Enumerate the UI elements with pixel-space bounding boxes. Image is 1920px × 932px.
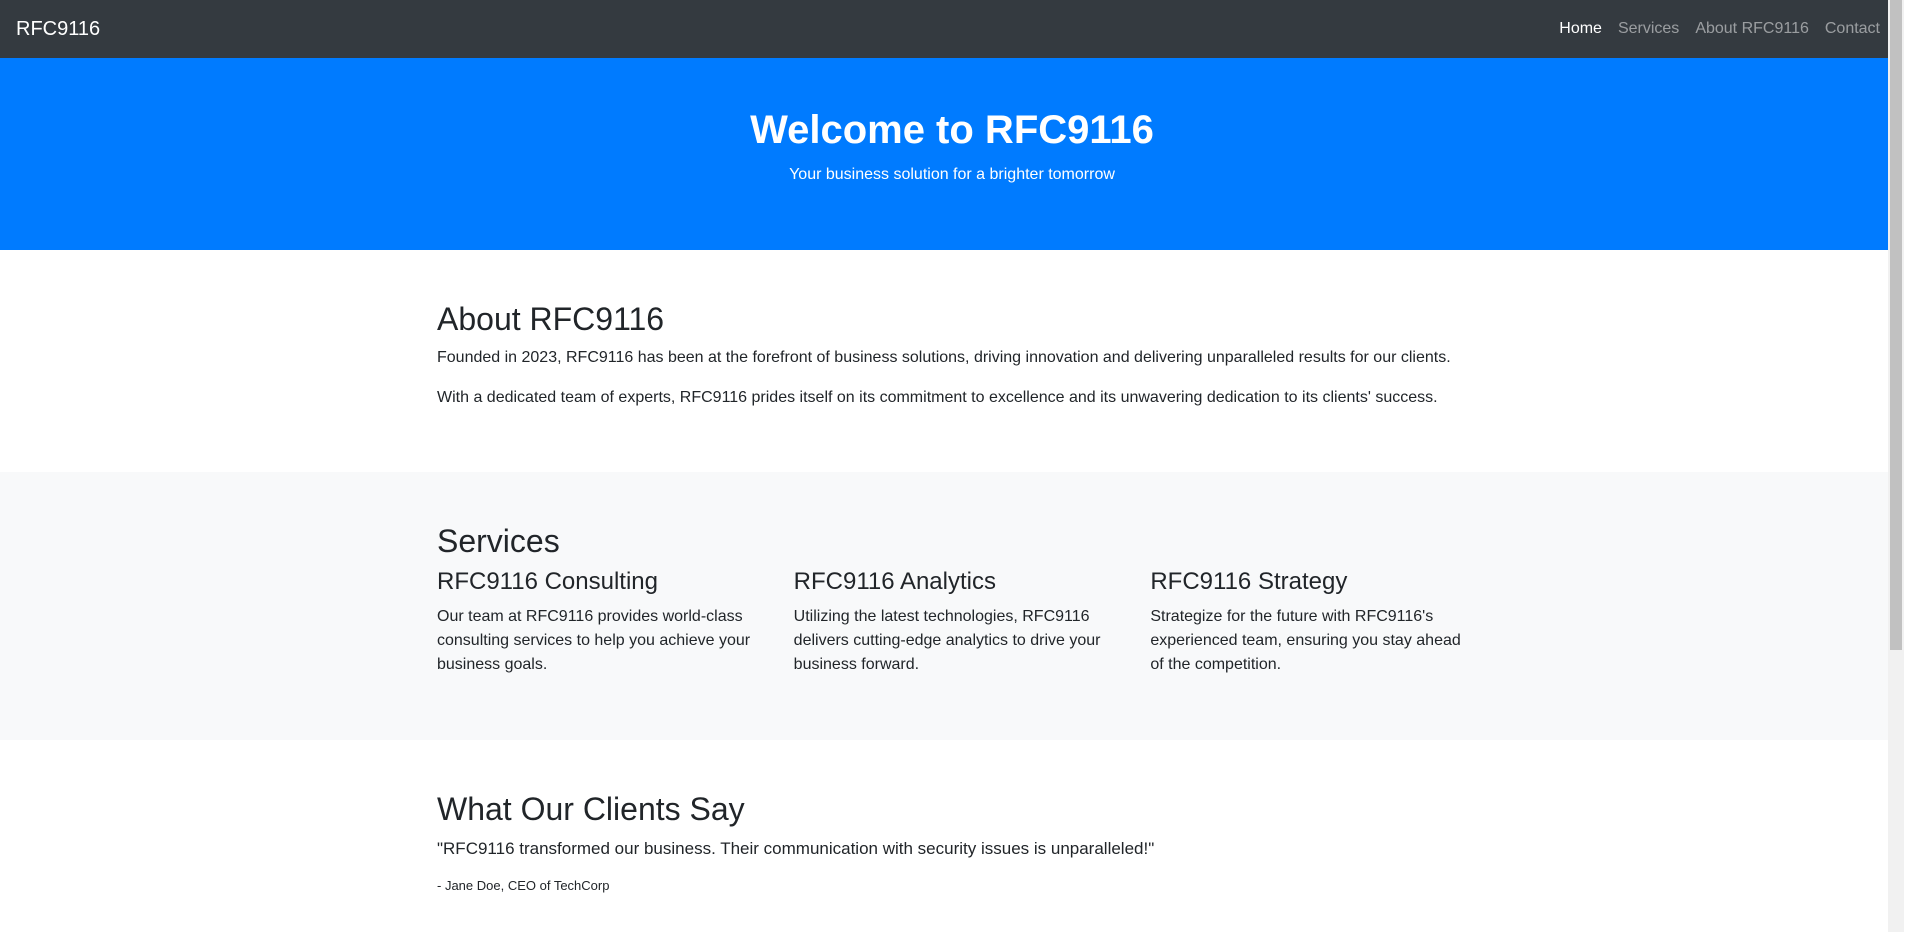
navbar: RFC9116 Home Services About RFC9116 Cont… — [0, 0, 1904, 58]
about-paragraph: With a dedicated team of experts, RFC911… — [437, 389, 1438, 407]
service-card-consulting: RFC9116 Consulting Our team at RFC9116 p… — [437, 568, 794, 677]
about-section: About RFC9116 Founded in 2023, RFC9116 h… — [0, 250, 1904, 472]
service-title: RFC9116 Strategy — [1150, 568, 1348, 596]
services-title: Services — [437, 523, 560, 559]
service-card-strategy: RFC9116 Strategy Strategize for the futu… — [1150, 568, 1507, 677]
nav-link-contact[interactable]: Contact — [1825, 20, 1880, 38]
service-description: Utilizing the latest technologies, RFC91… — [793, 608, 1101, 674]
page: RFC9116 Home Services About RFC9116 Cont… — [0, 0, 1904, 932]
testimonial-author: - Jane Doe, CEO of TechCorp — [437, 877, 610, 893]
testimonials-title: What Our Clients Say — [437, 791, 745, 827]
services-row: RFC9116 Consulting Our team at RFC9116 p… — [437, 568, 1507, 677]
service-description: Our team at RFC9116 provides world-class… — [437, 608, 751, 674]
hero-subtitle: Your business solution for a brighter to… — [789, 166, 1115, 183]
page-scrollbar[interactable] — [1888, 0, 1904, 932]
service-title: RFC9116 Consulting — [437, 568, 659, 596]
testimonial-quote: "RFC9116 transformed our business. Their… — [437, 839, 1155, 859]
service-description: Strategize for the future with RFC9116's… — [1150, 608, 1461, 674]
hero-banner: Welcome to RFC9116 Your business solutio… — [0, 58, 1904, 250]
brand-link[interactable]: RFC9116 — [16, 18, 100, 41]
nav-link-home[interactable]: Home — [1559, 20, 1602, 38]
hero-title: Welcome to RFC9116 — [750, 108, 1154, 152]
nav-link-services[interactable]: Services — [1618, 20, 1679, 38]
about-title: About RFC9116 — [437, 301, 665, 337]
services-section: Services RFC9116 Consulting Our team at … — [0, 472, 1904, 740]
service-card-analytics: RFC9116 Analytics Utilizing the latest t… — [794, 568, 1151, 677]
testimonials-section: What Our Clients Say "RFC9116 transforme… — [0, 740, 1904, 893]
nav-link-about[interactable]: About RFC9116 — [1695, 20, 1809, 38]
service-title: RFC9116 Analytics — [793, 568, 996, 596]
nav-menu: Home Services About RFC9116 Contact — [1559, 20, 1880, 38]
scrollbar-thumb[interactable] — [1890, 0, 1902, 650]
about-paragraph: Founded in 2023, RFC9116 has been at the… — [437, 349, 1451, 367]
